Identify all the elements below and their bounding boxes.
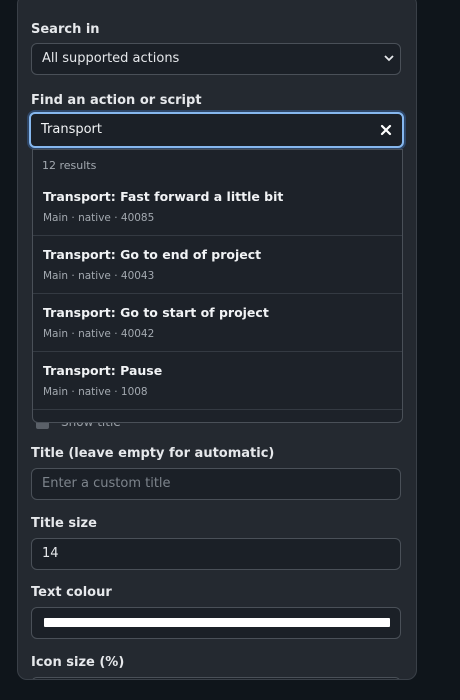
text-colour-picker[interactable] bbox=[31, 607, 401, 639]
title-field-label: Title (leave empty for automatic) bbox=[31, 446, 275, 461]
result-meta: Main · native · 1008 bbox=[43, 386, 148, 398]
result-title: Transport: Go to start of project bbox=[43, 305, 269, 320]
title-size-value: 14 bbox=[42, 546, 59, 561]
results-dropdown: 12 results Transport: Fast forward a lit… bbox=[32, 149, 403, 423]
search-in-label: Search in bbox=[31, 22, 100, 37]
icon-size-label: Icon size (%) bbox=[31, 655, 125, 670]
custom-title-placeholder: Enter a custom title bbox=[42, 476, 171, 491]
search-in-selected: All supported actions bbox=[42, 51, 180, 66]
result-title: Transport: Go to end of project bbox=[43, 247, 262, 262]
result-meta: Main · native · 40042 bbox=[43, 328, 155, 340]
result-item[interactable]: Transport: Go to start of project Main ·… bbox=[33, 294, 402, 352]
result-item[interactable]: Transport: Fast forward a little bit Mai… bbox=[33, 178, 402, 236]
text-colour-swatch bbox=[44, 618, 390, 627]
find-action-label: Find an action or script bbox=[31, 93, 202, 108]
search-in-select[interactable]: All supported actions bbox=[31, 43, 401, 75]
custom-title-input[interactable]: Enter a custom title bbox=[31, 468, 401, 500]
result-title: Transport: Pause bbox=[43, 363, 163, 378]
action-search-value: Transport bbox=[41, 122, 103, 137]
title-size-label: Title size bbox=[31, 516, 97, 531]
title-size-input[interactable]: 14 bbox=[31, 538, 401, 570]
results-count: 12 results bbox=[42, 159, 97, 172]
action-search-input[interactable]: Transport bbox=[29, 112, 404, 148]
text-colour-label: Text colour bbox=[31, 585, 112, 600]
result-title: Transport: Fast forward a little bit bbox=[43, 189, 284, 204]
result-meta: Main · native · 40085 bbox=[43, 212, 155, 224]
icon-size-input[interactable] bbox=[31, 677, 401, 679]
result-item[interactable]: Transport: Pause Main · native · 1008 bbox=[33, 352, 402, 410]
chevron-down-icon bbox=[384, 55, 394, 62]
result-item[interactable]: Transport: Go to end of project Main · n… bbox=[33, 236, 402, 294]
close-icon[interactable] bbox=[379, 123, 393, 137]
result-meta: Main · native · 40043 bbox=[43, 270, 155, 282]
settings-panel: Search in All supported actions Find an … bbox=[17, 0, 417, 680]
